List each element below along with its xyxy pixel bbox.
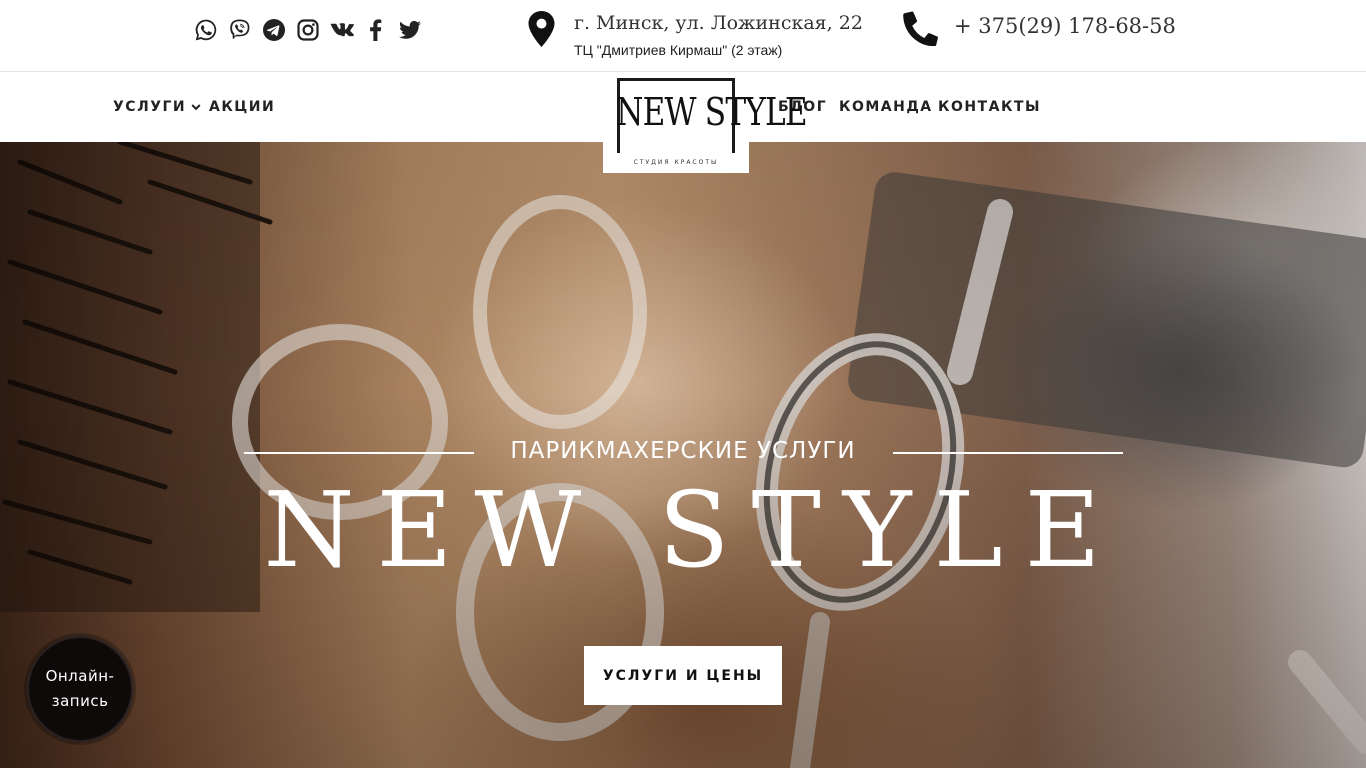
phone-icon <box>903 11 938 46</box>
nav-item-promos[interactable]: АКЦИИ <box>209 99 275 115</box>
location-pin-icon <box>528 11 555 47</box>
nav-item-services[interactable]: УСЛУГИ <box>113 99 201 115</box>
hero-subtitle: ПАРИКМАХЕРСКИЕ УСЛУГИ <box>510 438 856 464</box>
online-booking-button[interactable]: Онлайн-запись <box>27 636 133 742</box>
social-links <box>189 17 427 43</box>
online-booking-label: Онлайн-запись <box>45 667 115 710</box>
nav-item-team[interactable]: КОМАНДА <box>839 99 933 115</box>
viber-icon[interactable] <box>223 17 257 43</box>
instagram-icon[interactable] <box>291 17 325 43</box>
logo-title: NEW STYLE <box>616 90 808 134</box>
hero-banner: ПАРИКМАХЕРСКИЕ УСЛУГИ NEW STYLE УСЛУГИ И… <box>0 142 1366 768</box>
address-sub: ТЦ "Дмитриев Кирмаш" (2 этаж) <box>574 42 783 58</box>
hero-divider-right <box>893 452 1123 454</box>
nav-services-label: УСЛУГИ <box>113 99 187 115</box>
site-logo[interactable]: NEW STYLE СТУДИЯ КРАСОТЫ <box>603 73 808 173</box>
services-prices-button[interactable]: УСЛУГИ И ЦЕНЫ <box>584 646 782 705</box>
nav-item-contacts[interactable]: КОНТАКТЫ <box>938 99 1041 115</box>
chevron-down-icon <box>191 104 201 111</box>
twitter-icon[interactable] <box>393 17 427 43</box>
telegram-icon[interactable] <box>257 17 291 43</box>
whatsapp-icon[interactable] <box>189 17 223 43</box>
address-main: г. Минск, ул. Ложинская, 22 <box>574 12 863 34</box>
facebook-icon[interactable] <box>359 17 393 43</box>
logo-subtitle: СТУДИЯ КРАСОТЫ <box>633 159 719 166</box>
hero-title: NEW STYLE <box>263 469 1123 591</box>
phone-number-link[interactable]: + 375(29) 178-68-58 <box>954 14 1176 38</box>
vk-icon[interactable] <box>325 17 359 43</box>
top-bar: г. Минск, ул. Ложинская, 22 ТЦ "Дмитриев… <box>0 0 1366 72</box>
